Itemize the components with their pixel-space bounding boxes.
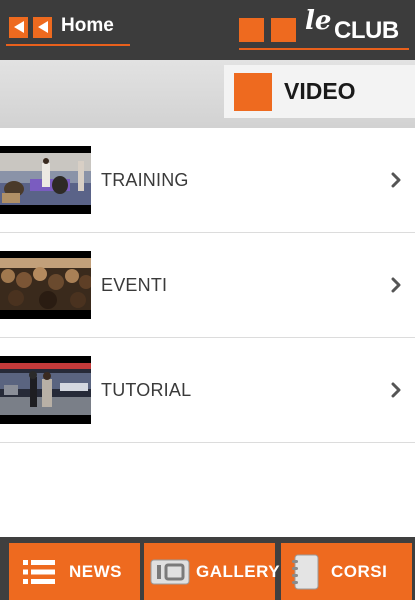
logo-square-icon — [271, 18, 296, 42]
section-title: VIDEO — [284, 78, 356, 104]
section-header: VIDEO — [0, 60, 415, 128]
logo-le-text: le — [305, 6, 332, 36]
section-tab: VIDEO — [224, 65, 415, 118]
list-item-label: TUTORIAL — [101, 379, 192, 400]
logo-club-text: CLUB — [334, 17, 399, 44]
top-bar: Home le CLUB — [0, 0, 415, 60]
back-arrow-icon — [33, 16, 52, 38]
training-video-thumbnail — [0, 146, 91, 214]
leclub-logo: le CLUB — [239, 6, 409, 50]
tab-label: GALLERY — [196, 561, 281, 581]
section-square-icon — [234, 72, 272, 111]
list-item-label: EVENTI — [101, 274, 168, 295]
chevron-right-icon — [391, 277, 401, 298]
bottom-tab-bar: NEWS GALLERY CORSI — [0, 537, 415, 600]
tutorial-video-thumbnail — [0, 356, 91, 424]
list-item-training[interactable]: TRAINING — [0, 128, 415, 233]
tab-label: NEWS — [69, 561, 122, 581]
eventi-video-thumbnail — [0, 251, 91, 319]
chevron-right-icon — [391, 382, 401, 403]
home-label: Home — [61, 15, 114, 36]
tab-gallery[interactable]: GALLERY — [144, 543, 280, 600]
tab-news[interactable]: NEWS — [9, 543, 140, 600]
logo-square-icon — [239, 18, 264, 42]
list-icon — [23, 559, 55, 585]
notebook-icon — [291, 554, 319, 590]
list-item-tutorial[interactable]: TUTORIAL — [0, 338, 415, 443]
video-category-list: TRAINING EVENTI TUTORIAL — [0, 128, 415, 443]
camera-icon — [150, 558, 190, 586]
list-item-eventi[interactable]: EVENTI — [0, 233, 415, 338]
tab-corsi[interactable]: CORSI — [281, 543, 412, 600]
app-screen: Home le CLUB VIDEO TRAINING EVENTI TUTOR… — [0, 0, 415, 600]
list-item-label: TRAINING — [101, 169, 189, 190]
tab-label: CORSI — [331, 561, 388, 581]
home-button[interactable]: Home — [6, 10, 130, 46]
back-arrow-icon — [9, 16, 28, 38]
chevron-right-icon — [391, 172, 401, 193]
